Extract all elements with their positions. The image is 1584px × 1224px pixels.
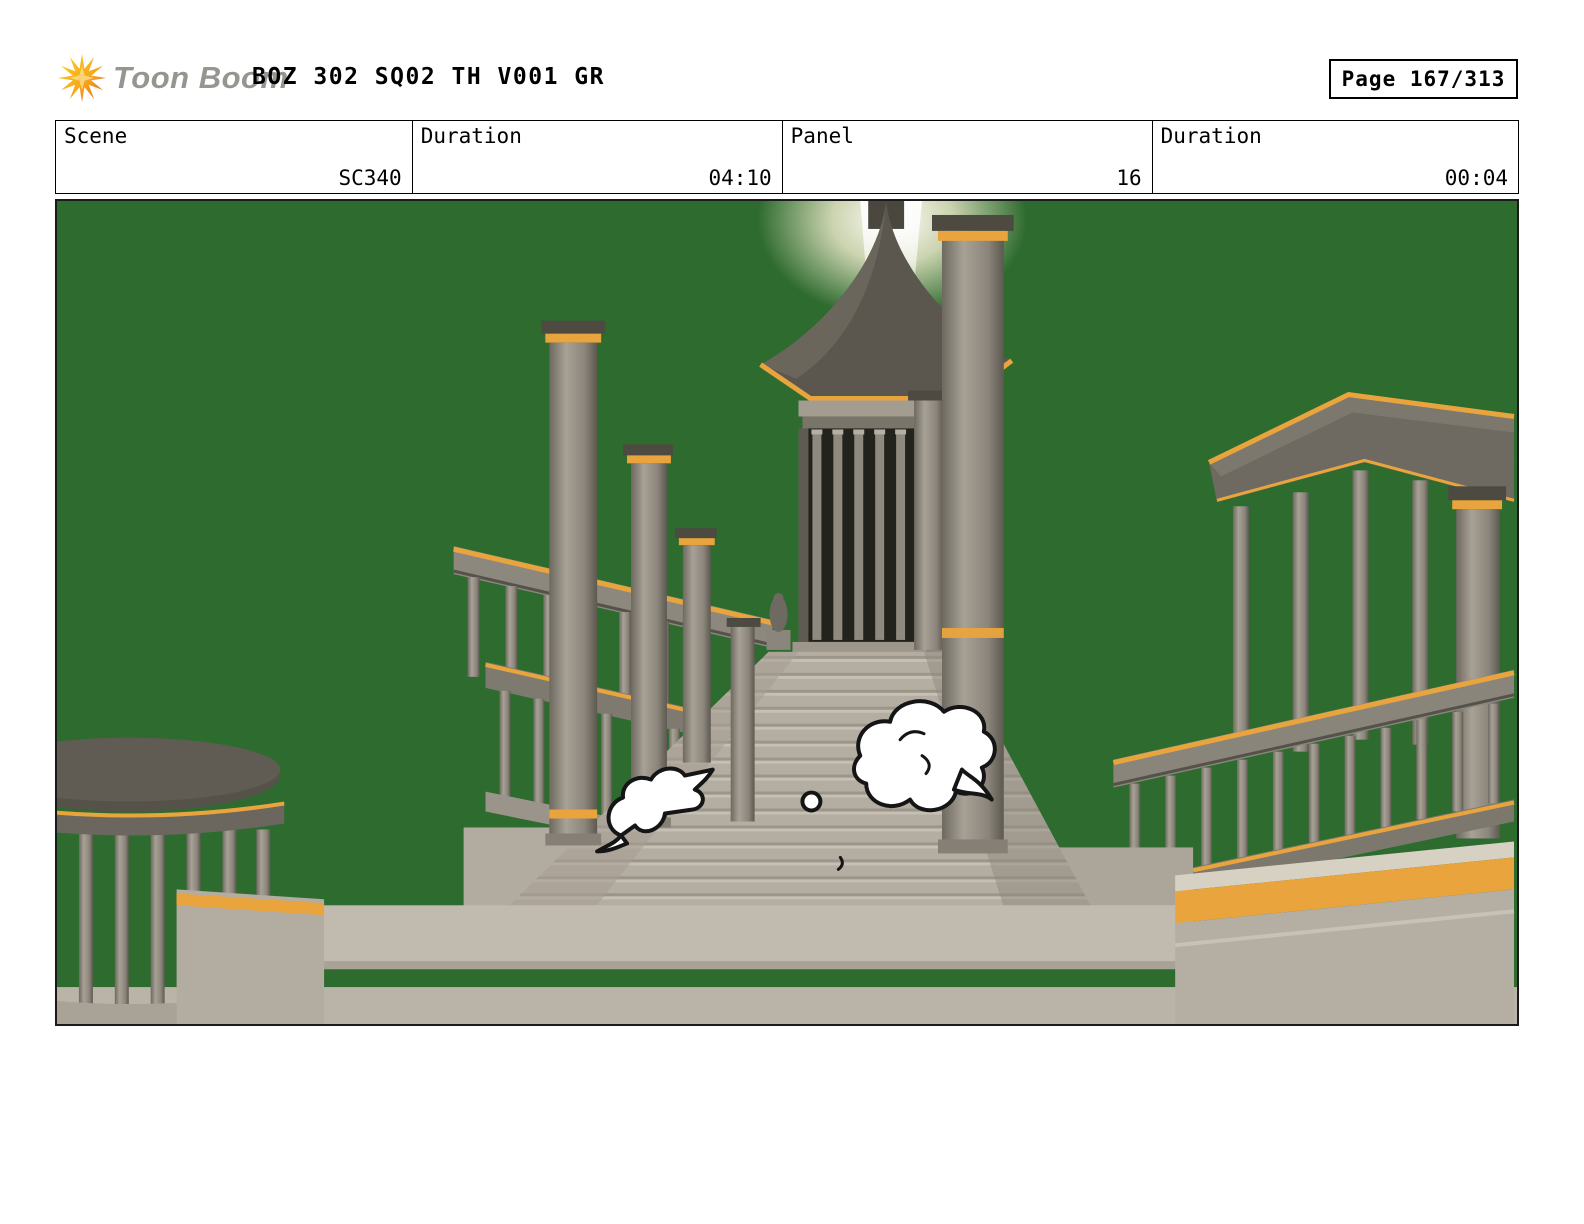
sketch-dot [802, 793, 820, 811]
panel-number-label: Panel [791, 124, 854, 148]
page-number-box: Page 167/313 [1329, 59, 1518, 99]
panel-artwork [57, 201, 1517, 1024]
panel-number-value: 16 [1116, 166, 1141, 190]
panel-duration-value: 00:04 [1445, 166, 1508, 190]
scene-duration-value: 04:10 [708, 166, 771, 190]
scene-duration-cell: Duration 04:10 [412, 121, 782, 193]
storyboard-panel [55, 199, 1519, 1026]
panel-info-table: Scene SC340 Duration 04:10 Panel 16 Dura… [55, 120, 1519, 194]
panel-number-cell: Panel 16 [782, 121, 1152, 193]
scene-label: Scene [64, 124, 127, 148]
scene-value: SC340 [338, 166, 401, 190]
page-title: BOZ 302 SQ02 TH V001 GR [252, 64, 605, 90]
scene-cell: Scene SC340 [56, 121, 412, 193]
scene-duration-label: Duration [421, 124, 522, 148]
panel-duration-cell: Duration 00:04 [1152, 121, 1518, 193]
storyboard-page: Toon Boom BOZ 302 SQ02 TH V001 GR Page 1… [0, 0, 1584, 1224]
page-number-label: Page 167/313 [1342, 67, 1506, 91]
toonboom-burst-icon [56, 52, 108, 104]
tall-column-left [541, 321, 605, 846]
panel-duration-label: Duration [1161, 124, 1262, 148]
